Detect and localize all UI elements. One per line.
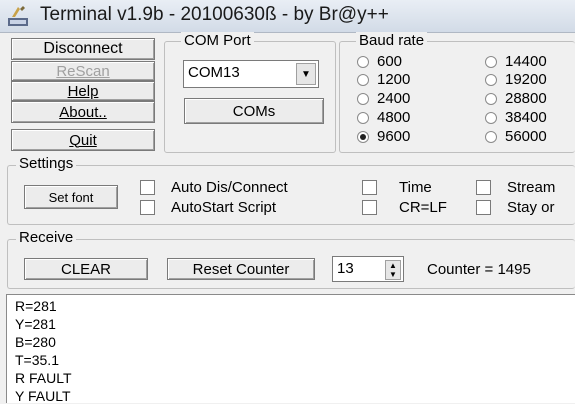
clear-button[interactable]: CLEAR	[24, 258, 148, 280]
checkbox-label: CR=LF	[399, 199, 447, 216]
output-line: T=35.1	[15, 352, 59, 368]
receive-group-label: Receive	[16, 229, 77, 246]
baud-label: 19200	[505, 71, 547, 88]
baud-radio-1200[interactable]: 1200	[357, 71, 410, 88]
com-port-group	[164, 41, 336, 153]
radio-dot	[485, 55, 497, 68]
set-font-button[interactable]: Set font	[24, 185, 118, 209]
reset-counter-button[interactable]: Reset Counter	[167, 258, 315, 280]
baud-label: 38400	[505, 109, 547, 126]
autostart-script-checkbox[interactable]: AutoStart Script	[140, 199, 276, 216]
output-line: Y=281	[15, 316, 56, 332]
baud-radio-4800[interactable]: 4800	[357, 109, 410, 126]
quit-label: Quit	[69, 131, 97, 149]
baud-label: 28800	[505, 90, 547, 107]
radio-dot	[485, 130, 497, 143]
disconnect-button[interactable]: Disconnect	[11, 38, 155, 60]
counter-spinner[interactable]: 13 ▲ ▼	[332, 256, 404, 282]
app-icon	[8, 6, 28, 26]
cr-lf-checkbox[interactable]: CR=LF	[362, 199, 447, 216]
help-label: Help	[67, 82, 99, 100]
radio-dot	[357, 55, 369, 68]
baud-label: 2400	[377, 90, 411, 107]
radio-dot-selected	[357, 130, 369, 143]
about-label: About..	[59, 103, 107, 121]
com-port-group-label: COM Port	[181, 32, 254, 49]
spinner-value: 13	[337, 260, 354, 277]
radio-dot	[357, 111, 369, 124]
baud-radio-2400[interactable]: 2400	[357, 90, 410, 107]
baud-radio-14400[interactable]: 14400	[485, 53, 547, 70]
com-port-select[interactable]: COM13 ▼	[183, 60, 319, 88]
title-bar[interactable]: Terminal v1.9b - 20100630ß - by Br@y++	[0, 0, 575, 33]
baud-label: 600	[377, 53, 403, 70]
time-checkbox[interactable]: Time	[362, 179, 432, 196]
checkbox-box	[362, 180, 377, 195]
coms-button[interactable]: COMs	[184, 98, 324, 124]
checkbox-box	[476, 200, 491, 215]
settings-group-label: Settings	[16, 155, 77, 172]
checkbox-box	[362, 200, 377, 215]
baud-rate-group-label: Baud rate	[356, 32, 428, 49]
counter-value: 1495	[497, 261, 531, 278]
chevron-down-icon[interactable]: ▼	[296, 63, 316, 85]
quit-button[interactable]: Quit	[11, 129, 155, 151]
receive-output[interactable]: R=281 Y=281 B=280 T=35.1 R FAULT Y FAULT	[6, 294, 575, 404]
auto-dis-connect-checkbox[interactable]: Auto Dis/Connect	[140, 179, 288, 196]
counter-label: Counter =	[427, 261, 498, 278]
checkbox-label: AutoStart Script	[171, 199, 277, 216]
rescan-label: ReScan	[56, 62, 110, 80]
baud-label: 1200	[377, 71, 411, 88]
baud-label: 9600	[377, 128, 411, 145]
rescan-button[interactable]: ReScan	[11, 61, 155, 81]
checkbox-label: Stay or	[507, 199, 555, 216]
checkbox-label: Stream	[507, 179, 556, 196]
stay-on-top-checkbox[interactable]: Stay or	[476, 199, 555, 216]
output-line: R=281	[15, 298, 57, 314]
output-line: Y FAULT	[15, 388, 71, 404]
baud-radio-19200[interactable]: 19200	[485, 71, 547, 88]
baud-radio-28800[interactable]: 28800	[485, 90, 547, 107]
checkbox-label: Time	[399, 179, 432, 196]
radio-dot	[485, 73, 497, 86]
output-line: R FAULT	[15, 370, 72, 386]
com-port-selected: COM13	[188, 64, 240, 81]
radio-dot	[357, 73, 369, 86]
radio-dot	[485, 92, 497, 105]
checkbox-box	[476, 180, 491, 195]
output-line: B=280	[15, 334, 56, 350]
baud-label: 56000	[505, 128, 547, 145]
baud-radio-600[interactable]: 600	[357, 53, 402, 70]
window-title: Terminal v1.9b - 20100630ß - by Br@y++	[40, 4, 389, 25]
checkbox-box	[140, 200, 155, 215]
stream-checkbox[interactable]: Stream	[476, 179, 555, 196]
radio-dot	[485, 111, 497, 124]
spin-arrows-icon[interactable]: ▲ ▼	[385, 260, 401, 280]
about-button[interactable]: About..	[11, 101, 155, 123]
checkbox-label: Auto Dis/Connect	[171, 179, 288, 196]
checkbox-box	[140, 180, 155, 195]
help-button[interactable]: Help	[11, 81, 155, 101]
baud-label: 14400	[505, 53, 547, 70]
radio-dot	[357, 92, 369, 105]
baud-radio-56000[interactable]: 56000	[485, 128, 547, 145]
baud-radio-38400[interactable]: 38400	[485, 109, 547, 126]
counter-display: Counter = 1495	[427, 261, 531, 278]
baud-radio-9600[interactable]: 9600	[357, 128, 410, 145]
baud-label: 4800	[377, 109, 411, 126]
